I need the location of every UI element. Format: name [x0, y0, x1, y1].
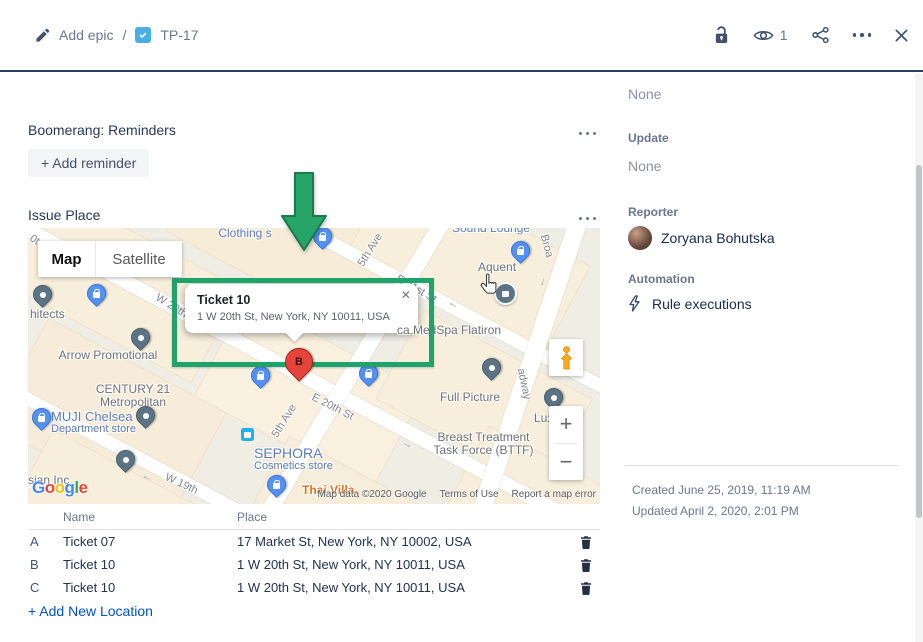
field-label-reporter: Reporter — [628, 205, 900, 219]
created-date: Created June 25, 2019, 11:19 AM — [632, 483, 898, 497]
breadcrumb-add-epic[interactable]: Add epic — [59, 27, 113, 43]
trash-icon — [579, 535, 593, 549]
trash-icon — [579, 581, 593, 595]
table-row: C Ticket 10 1 W 20th St, New York, NY 10… — [28, 576, 600, 599]
header-name: Name — [63, 510, 237, 524]
topbar-actions: 1 — [713, 25, 909, 46]
reminders-more-button[interactable] — [575, 121, 600, 140]
pegman-control[interactable] — [549, 339, 583, 376]
poi-label-century21: CENTURY 21 Metropolitan — [73, 383, 193, 409]
row-place: 1 W 20th St, New York, NY 10011, USA — [237, 557, 572, 572]
issue-place-title: Issue Place — [28, 207, 100, 223]
updated-date: Updated April 2, 2020, 2:01 PM — [632, 504, 898, 518]
poi-label-club-monaco: Club Mona Clothing s — [216, 228, 274, 240]
poi-label-muji: MUJI Chelsea Department store — [51, 410, 136, 436]
add-reminder-button[interactable]: + Add reminder — [28, 149, 149, 177]
unlock-icon — [713, 25, 730, 46]
poi-label-sephora: SEPHORA Cosmetics store — [254, 447, 333, 473]
details-sidebar: None Update None Reporter Zoryana Bohuts… — [628, 74, 900, 642]
more-horizontal-icon — [853, 33, 872, 37]
watchers-count: 1 — [780, 27, 788, 43]
more-horizontal-icon — [579, 217, 596, 220]
pencil-icon — [35, 28, 50, 43]
row-name: Ticket 10 — [63, 580, 237, 595]
mouse-cursor — [478, 272, 500, 305]
divider — [625, 465, 898, 466]
zoom-in-button[interactable]: + — [549, 406, 583, 443]
row-letter: C — [28, 580, 63, 595]
report-map-error-link[interactable]: Report a map error — [512, 489, 596, 500]
delete-location-button[interactable] — [572, 558, 600, 572]
row-name: Ticket 07 — [63, 534, 237, 549]
issue-detail-screen: Add epic / TP-17 1 — [0, 0, 923, 642]
topbar: Add epic / TP-17 1 — [0, 0, 923, 72]
table-row: A Ticket 07 17 Market St, New York, NY 1… — [28, 530, 600, 553]
locations-table: Name Place A Ticket 07 17 Market St, New… — [28, 505, 600, 621]
more-actions-button[interactable] — [853, 33, 872, 37]
breadcrumb-issue-key[interactable]: TP-17 — [160, 27, 198, 43]
poi-label-architects: hitects — [30, 308, 65, 321]
avatar — [628, 226, 652, 250]
lock-button[interactable] — [713, 25, 730, 46]
close-icon — [894, 28, 909, 43]
watchers-button[interactable]: 1 — [753, 27, 788, 43]
reporter-field[interactable]: Zoryana Bohutska — [628, 226, 900, 250]
issue-place-more-button[interactable] — [575, 206, 600, 225]
task-type-icon — [135, 27, 151, 43]
reporter-name: Zoryana Bohutska — [661, 230, 775, 246]
row-letter: B — [28, 557, 63, 572]
row-place: 17 Market St, New York, NY 10002, USA — [237, 534, 572, 549]
row-name: Ticket 10 — [63, 557, 237, 572]
terms-of-use-link[interactable]: Terms of Use — [440, 489, 499, 500]
field-label-update: Update — [628, 131, 900, 145]
google-logo[interactable]: Google — [32, 478, 88, 498]
row-place: 1 W 20th St, New York, NY 10011, USA — [237, 580, 572, 595]
breadcrumb: Add epic / TP-17 — [35, 27, 199, 43]
add-new-location-link[interactable]: + Add New Location — [28, 603, 153, 619]
reminders-section-header: Boomerang: Reminders — [28, 122, 600, 138]
zoom-control: + − — [549, 406, 583, 480]
locations-table-header: Name Place — [28, 505, 600, 530]
row-letter: A — [28, 534, 63, 549]
poi-label-arrow-promotional: Arrow Promotional — [48, 349, 168, 362]
scrollbar-track — [915, 74, 923, 642]
close-button[interactable] — [894, 28, 909, 43]
map-data-text: Map data ©2020 Google — [317, 489, 426, 500]
map-type-satellite-button[interactable]: Satellite — [96, 241, 182, 277]
annotation-arrow — [280, 172, 328, 259]
table-row: B Ticket 10 1 W 20th St, New York, NY 10… — [28, 553, 600, 576]
scrollbar-thumb[interactable] — [916, 165, 922, 518]
field-value-update: None — [628, 158, 900, 174]
field-label-automation: Automation — [628, 272, 900, 286]
header-place: Place — [237, 510, 572, 524]
zoom-out-button[interactable]: − — [549, 444, 583, 481]
map-attribution: Map data ©2020 Google Terms of Use Repor… — [317, 489, 596, 500]
map-type-control: Map Satellite — [38, 241, 182, 277]
rule-executions-link[interactable]: Rule executions — [628, 295, 900, 312]
pegman-icon — [559, 346, 574, 370]
map-transit-icon[interactable] — [241, 428, 254, 441]
delete-location-button[interactable] — [572, 581, 600, 595]
poi-label-full-picture: Full Picture — [430, 391, 510, 404]
delete-location-button[interactable] — [572, 535, 600, 549]
map-type-map-button[interactable]: Map — [38, 241, 96, 277]
breadcrumb-separator: / — [122, 27, 126, 43]
more-horizontal-icon — [579, 132, 596, 135]
dates-block: Created June 25, 2019, 11:19 AM Updated … — [625, 465, 898, 518]
poi-label-bttf: Breast Treatment Task Force (BTTF) — [426, 431, 541, 457]
reminders-title: Boomerang: Reminders — [28, 122, 176, 138]
share-icon — [811, 26, 830, 44]
google-map[interactable]: 5th Ave 5th Ave E 21st St E 20th St W 20… — [28, 228, 600, 504]
field-value-none: None — [628, 86, 900, 102]
poi-label-sound-lounge: Sound Lounge — [452, 228, 530, 235]
share-button[interactable] — [811, 26, 830, 44]
trash-icon — [579, 558, 593, 572]
lightning-bolt-icon — [628, 295, 641, 312]
marker-letter: B — [286, 349, 312, 375]
main-column: Boomerang: Reminders + Add reminder Issu… — [28, 74, 600, 621]
eye-icon — [753, 28, 774, 43]
